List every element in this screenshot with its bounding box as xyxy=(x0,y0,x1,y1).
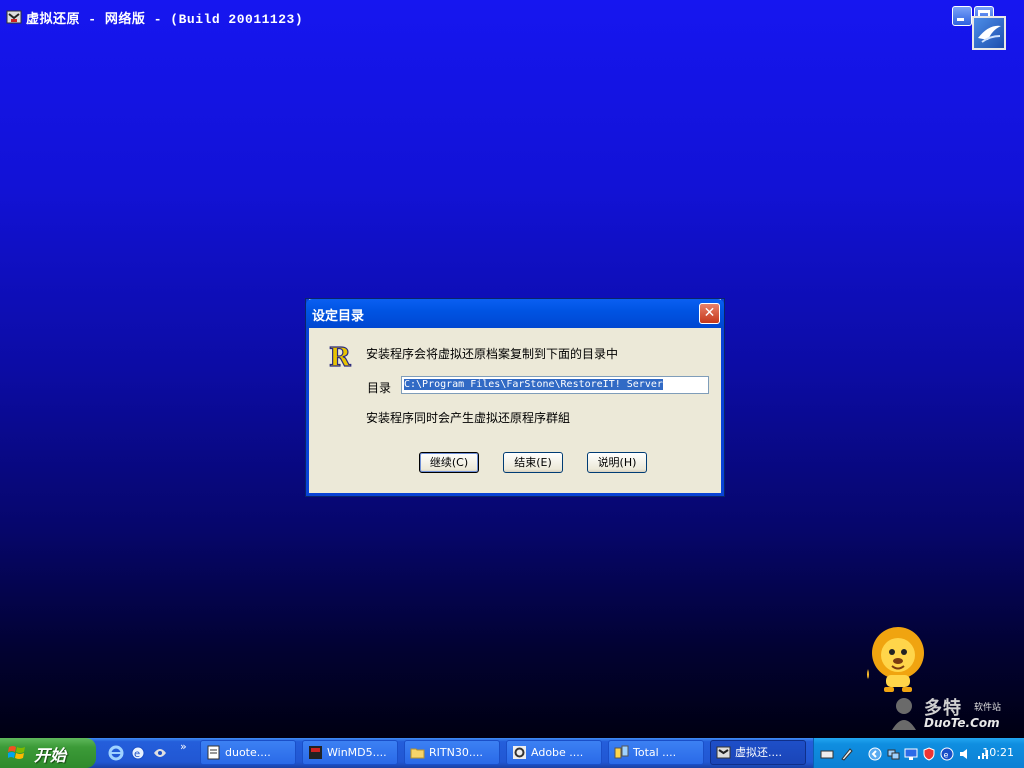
task-installer[interactable]: 虚拟还.... xyxy=(710,740,806,765)
ie-icon[interactable] xyxy=(108,745,124,761)
task-label: 虚拟还.... xyxy=(735,746,782,759)
watermark-site: DuoTe.Com xyxy=(924,716,1000,730)
app-icon xyxy=(6,9,22,25)
taskbar-clock[interactable]: 10:21 xyxy=(982,746,1014,759)
network-icon[interactable] xyxy=(886,746,900,760)
task-label: RITN30.... xyxy=(429,746,483,759)
task-winmd5[interactable]: WinMD5.... xyxy=(302,740,398,765)
keyboard-icon[interactable] xyxy=(820,746,834,760)
farstone-logo-icon xyxy=(972,16,1006,50)
dialog-titlebar[interactable]: 设定目录 ✕ xyxy=(306,299,724,328)
task-duote[interactable]: duote.... xyxy=(200,740,296,765)
start-label: 开始 xyxy=(34,746,67,765)
system-tray: e 10:21 xyxy=(813,738,1024,768)
minimize-button[interactable] xyxy=(952,6,972,26)
document-icon xyxy=(206,745,221,760)
svg-text:e: e xyxy=(944,751,949,760)
restoreit-logo-icon: R xyxy=(327,342,355,373)
windows-flag-icon xyxy=(8,745,26,761)
browser-icon[interactable]: e xyxy=(130,745,146,761)
messenger-icon[interactable] xyxy=(152,745,168,761)
task-total[interactable]: Total .... xyxy=(608,740,704,765)
taskbar: 开始 e » duote.... WinMD5.... RITN30.... A… xyxy=(0,738,1024,768)
start-button[interactable]: 开始 xyxy=(0,738,96,768)
site-watermark: 多特 软件站 DuoTe.Com xyxy=(888,694,1020,738)
finish-button[interactable]: 结束(E) xyxy=(503,452,563,473)
shield-icon[interactable] xyxy=(922,746,936,761)
task-label: Total .... xyxy=(633,746,677,759)
directory-label: 目录 xyxy=(367,381,392,395)
watermark-subtitle: 软件站 xyxy=(974,703,1002,713)
app-title: 虚拟还原 - 网络版 - (Build 20011123) xyxy=(26,11,304,27)
task-label: Adobe .... xyxy=(531,746,584,759)
install-message: 安装程序会将虚拟还原档案复制到下面的目录中 xyxy=(366,347,619,361)
continue-button[interactable]: 继续(C) xyxy=(419,452,479,473)
agent-icon[interactable]: e xyxy=(940,746,954,761)
collapse-tray-icon[interactable] xyxy=(868,746,882,761)
close-button[interactable]: ✕ xyxy=(699,303,720,324)
dialog-title: 设定目录 xyxy=(312,309,365,324)
lion-mascot-icon xyxy=(862,625,926,693)
volume-icon[interactable] xyxy=(958,746,972,760)
folder-icon xyxy=(410,745,425,760)
total-commander-icon xyxy=(614,745,629,760)
quicklaunch-chevron-icon[interactable]: » xyxy=(180,740,187,753)
monitor-icon[interactable] xyxy=(904,746,918,760)
task-label: WinMD5.... xyxy=(327,746,387,759)
set-directory-dialog: 设定目录 ✕ R 安装程序会将虚拟还原档案复制到下面的目录中 目录 C:\Pro… xyxy=(306,299,724,496)
task-ritn30[interactable]: RITN30.... xyxy=(404,740,500,765)
dialog-body: R 安装程序会将虚拟还原档案复制到下面的目录中 目录 C:\Program Fi… xyxy=(309,328,721,493)
task-adobe[interactable]: Adobe .... xyxy=(506,740,602,765)
pen-icon[interactable] xyxy=(840,746,854,761)
installer-icon xyxy=(716,745,731,760)
adobe-icon xyxy=(512,745,527,760)
svg-text:e: e xyxy=(134,749,140,760)
directory-value: C:\Program Files\FarStone\RestoreIT! Ser… xyxy=(404,379,663,390)
task-label: duote.... xyxy=(225,746,271,759)
directory-input[interactable]: C:\Program Files\FarStone\RestoreIT! Ser… xyxy=(401,376,709,394)
winmd5-icon xyxy=(308,745,323,760)
help-button[interactable]: 说明(H) xyxy=(587,452,647,473)
svg-text:R: R xyxy=(329,343,351,370)
app-titlebar[interactable]: 虚拟还原 - 网络版 - (Build 20011123) xyxy=(0,4,1024,30)
program-group-message: 安装程序同时会产生虚拟还原程序群組 xyxy=(366,411,571,425)
